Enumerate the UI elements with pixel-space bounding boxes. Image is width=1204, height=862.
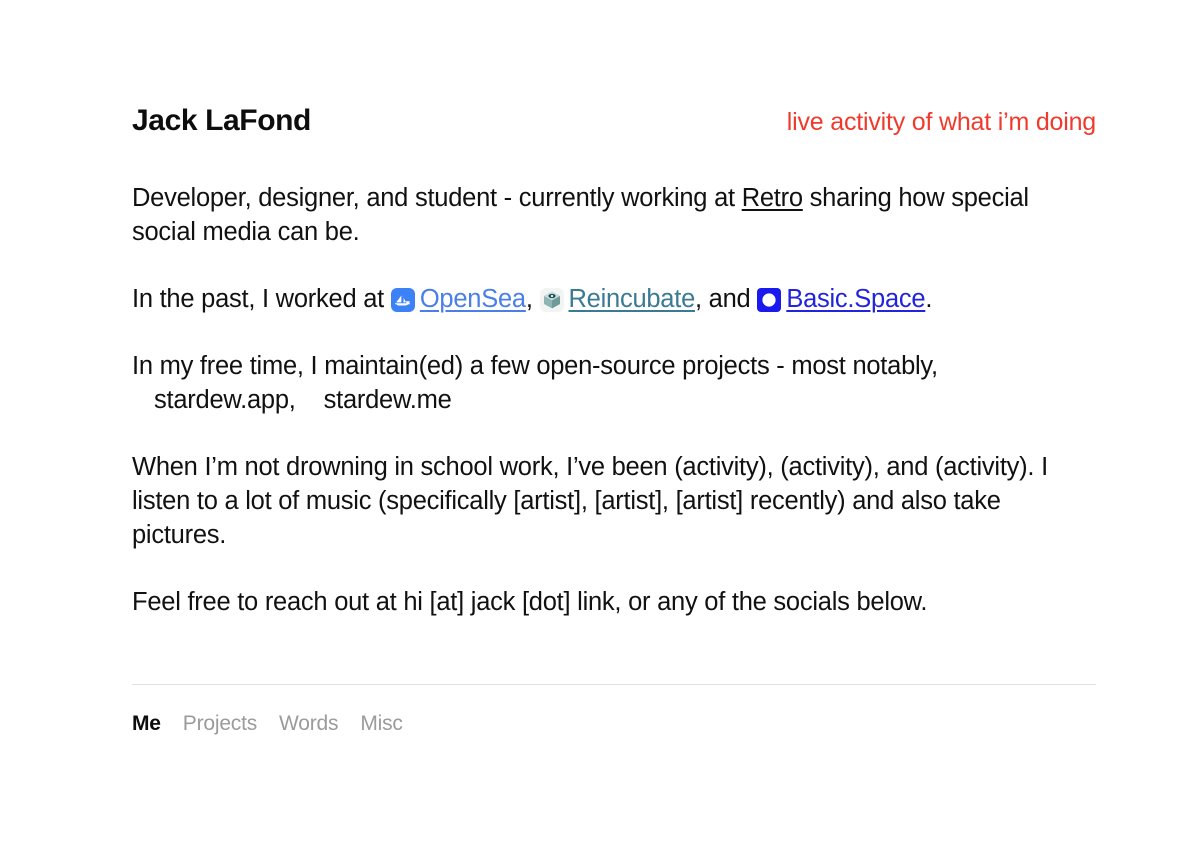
stardew-me-link[interactable]: stardew.me [324,386,452,414]
live-activity-link[interactable]: live activity of what i’m doing [787,108,1096,137]
open-source-projects: stardew.app, stardew.me [132,383,1096,417]
footer-divider [132,684,1096,685]
reincubate-icon [539,288,564,312]
opensea-icon [390,288,415,312]
nav-item-misc[interactable]: Misc [360,712,403,736]
paragraph-past-work: In the past, I worked at OpenSea, Reincu… [132,282,1096,316]
past-work-intro: In the past, I worked at [132,285,391,313]
paragraph-open-source: In my free time, I maintain(ed) a few op… [132,349,1096,417]
nav-item-me[interactable]: Me [132,712,161,736]
page-title: Jack LaFond [132,104,311,137]
open-source-intro: In my free time, I maintain(ed) a few op… [132,352,938,380]
page-header: Jack LaFond live activity of what i’m do… [132,104,1096,137]
separator-2: , and [695,285,758,313]
nav-item-projects[interactable]: Projects [183,712,257,736]
separator-3: . [925,285,933,313]
basicspace-link[interactable]: Basic.Space [786,285,925,313]
page-root: Jack LaFond live activity of what i’m do… [0,0,1204,862]
main-content: Developer, designer, and student - curre… [132,181,1096,619]
opensea-link[interactable]: OpenSea [420,285,526,313]
basicspace-icon [757,288,782,312]
stardew-app-link[interactable]: stardew.app, [154,386,296,414]
nav-item-words[interactable]: Words [279,712,338,736]
retro-link[interactable]: Retro [742,184,803,212]
intro-text-before: Developer, designer, and student - curre… [132,184,742,212]
paragraph-activities: When I’m not drowning in school work, I’… [132,453,1048,549]
footer-nav: Me Projects Words Misc [132,712,1096,736]
separator-1: , [525,285,540,313]
reincubate-link[interactable]: Reincubate [569,285,696,313]
paragraph-contact: Feel free to reach out at hi [at] jack [… [132,588,928,616]
paragraph-intro: Developer, designer, and student - curre… [132,181,1096,249]
